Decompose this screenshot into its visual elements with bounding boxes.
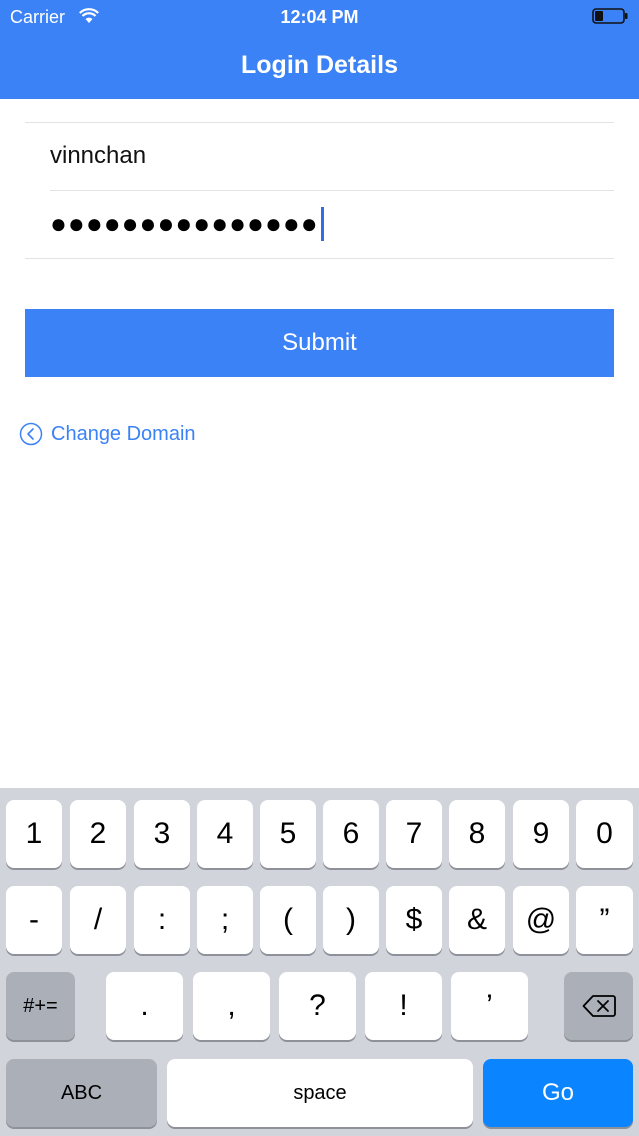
key-open-paren[interactable]: ( <box>260 886 316 954</box>
backspace-key[interactable] <box>564 972 633 1040</box>
key-question[interactable]: ? <box>279 972 356 1040</box>
go-key[interactable]: Go <box>483 1059 633 1127</box>
key-semicolon[interactable]: ; <box>197 886 253 954</box>
key-hyphen[interactable]: - <box>6 886 62 954</box>
submit-button[interactable]: Submit <box>25 309 614 377</box>
key-7[interactable]: 7 <box>386 800 442 868</box>
key-slash[interactable]: / <box>70 886 126 954</box>
space-key-label: space <box>293 1081 347 1104</box>
key-1[interactable]: 1 <box>6 800 62 868</box>
key-dollar[interactable]: $ <box>386 886 442 954</box>
key-exclamation[interactable]: ! <box>365 972 442 1040</box>
username-field[interactable]: vinnchan <box>50 141 590 171</box>
status-time: 12:04 PM <box>280 7 359 27</box>
backspace-icon <box>582 995 616 1017</box>
status-bar: Carrier 12:04 PM <box>0 0 639 34</box>
key-close-paren[interactable]: ) <box>323 886 379 954</box>
battery-icon <box>592 8 628 24</box>
space-key[interactable]: space <box>167 1059 473 1127</box>
change-domain-link[interactable]: Change Domain <box>19 420 196 448</box>
key-8[interactable]: 8 <box>449 800 505 868</box>
key-apostrophe[interactable]: ’ <box>451 972 528 1040</box>
abc-key[interactable]: ABC <box>6 1059 157 1127</box>
abc-key-label: ABC <box>60 1081 103 1104</box>
key-4[interactable]: 4 <box>197 800 253 868</box>
divider <box>25 258 614 259</box>
password-value: ●●●●●●●●●●●●●●● <box>50 208 319 239</box>
key-3[interactable]: 3 <box>134 800 190 868</box>
key-double-quote[interactable]: ” <box>576 886 633 954</box>
key-0[interactable]: 0 <box>576 800 633 868</box>
key-ampersand[interactable]: & <box>449 886 505 954</box>
key-at[interactable]: @ <box>513 886 569 954</box>
chevron-left-circle-icon <box>19 422 43 446</box>
page-title: Login Details <box>241 51 398 79</box>
text-caret <box>320 207 324 241</box>
keyboard: 1 2 3 4 5 6 7 8 9 0 - / : ; ( ) $ & @ ” … <box>0 788 639 1136</box>
key-colon[interactable]: : <box>134 886 190 954</box>
key-period[interactable]: . <box>106 972 183 1040</box>
key-2[interactable]: 2 <box>70 800 126 868</box>
symbols-toggle-label: #+= <box>23 994 58 1017</box>
key-comma[interactable]: , <box>193 972 270 1040</box>
key-5[interactable]: 5 <box>260 800 316 868</box>
key-6[interactable]: 6 <box>323 800 379 868</box>
change-domain-label: Change Domain <box>51 422 196 445</box>
key-9[interactable]: 9 <box>513 800 569 868</box>
divider <box>25 122 614 123</box>
navigation-header: Carrier 12:04 PM Login Details <box>0 0 639 99</box>
password-field[interactable]: ●●●●●●●●●●●●●●● <box>50 207 590 241</box>
symbols-toggle-key[interactable]: #+= <box>6 972 75 1040</box>
divider <box>50 190 614 191</box>
login-screen: Carrier 12:04 PM Login Details vinnchan <box>0 0 639 1136</box>
